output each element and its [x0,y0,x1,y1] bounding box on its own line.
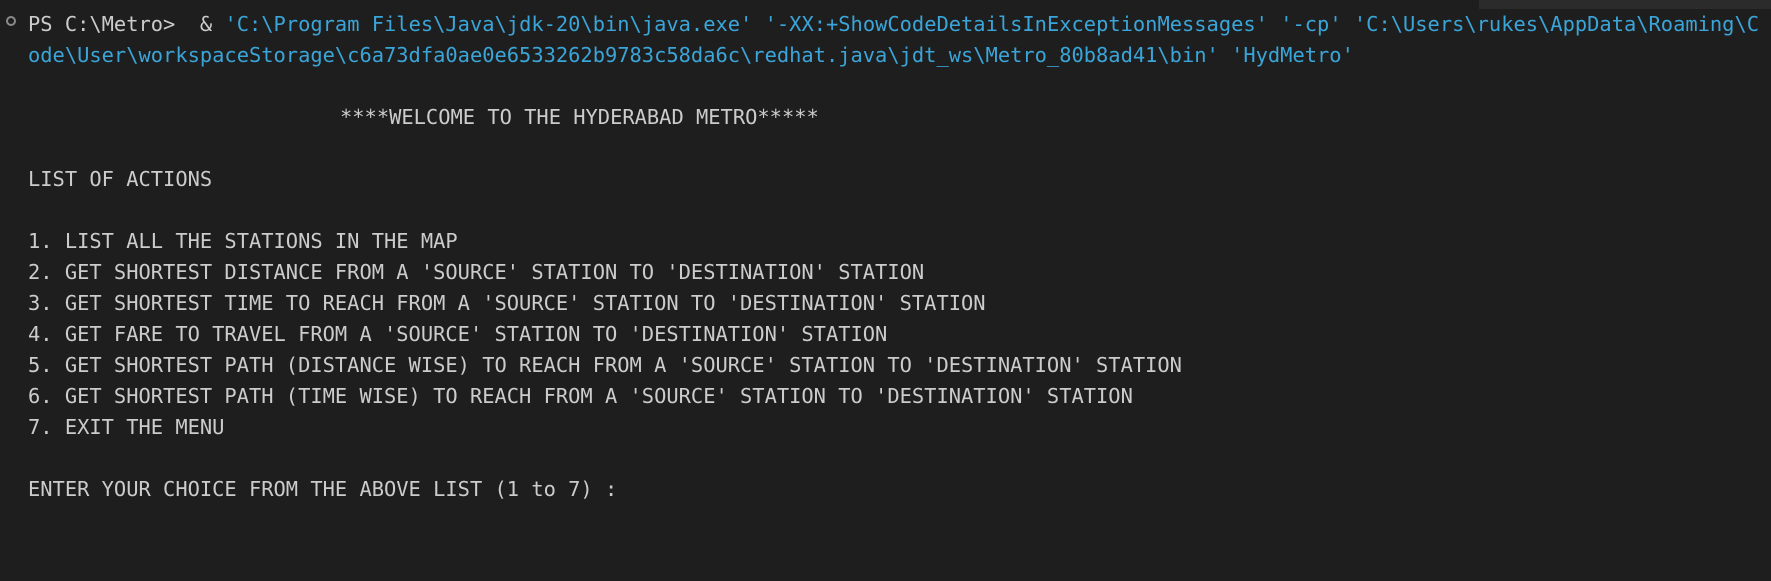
shell-prompt: PS C:\Metro> [28,12,188,36]
menu-option-6: 6. GET SHORTEST PATH (TIME WISE) TO REAC… [28,384,1133,408]
call-operator: & [187,12,225,36]
list-heading: LIST OF ACTIONS [28,167,213,191]
menu-option-2: 2. GET SHORTEST DISTANCE FROM A 'SOURCE'… [28,260,925,284]
command-arg: 'HydMetro' [1231,43,1354,67]
command-arg: 'C:\Program Files\Java\jdk-20\bin\java.e… [224,12,753,36]
command-decorator-icon[interactable] [6,16,16,26]
command-arg: '-XX:+ShowCodeDetailsInExceptionMessages… [764,12,1268,36]
menu-option-3: 3. GET SHORTEST TIME TO REACH FROM A 'SO… [28,291,986,315]
menu-option-7: 7. EXIT THE MENU [28,415,225,439]
welcome-banner: ****WELCOME TO THE HYDERABAD METRO***** [340,105,819,129]
menu-option-1: 1. LIST ALL THE STATIONS IN THE MAP [28,229,458,253]
command-line: PS C:\Metro> & 'C:\Program Files\Java\jd… [28,9,1768,71]
panel-scroll-strip [1479,0,1771,9]
command-arg: '-cp' [1280,12,1342,36]
menu-option-4: 4. GET FARE TO TRAVEL FROM A 'SOURCE' ST… [28,322,888,346]
choice-input-prompt[interactable]: ENTER YOUR CHOICE FROM THE ABOVE LIST (1… [28,474,1768,505]
terminal-output: PS C:\Metro> & 'C:\Program Files\Java\jd… [28,9,1768,505]
menu-option-5: 5. GET SHORTEST PATH (DISTANCE WISE) TO … [28,353,1182,377]
terminal-panel[interactable]: PS C:\Metro> & 'C:\Program Files\Java\jd… [0,0,1771,581]
